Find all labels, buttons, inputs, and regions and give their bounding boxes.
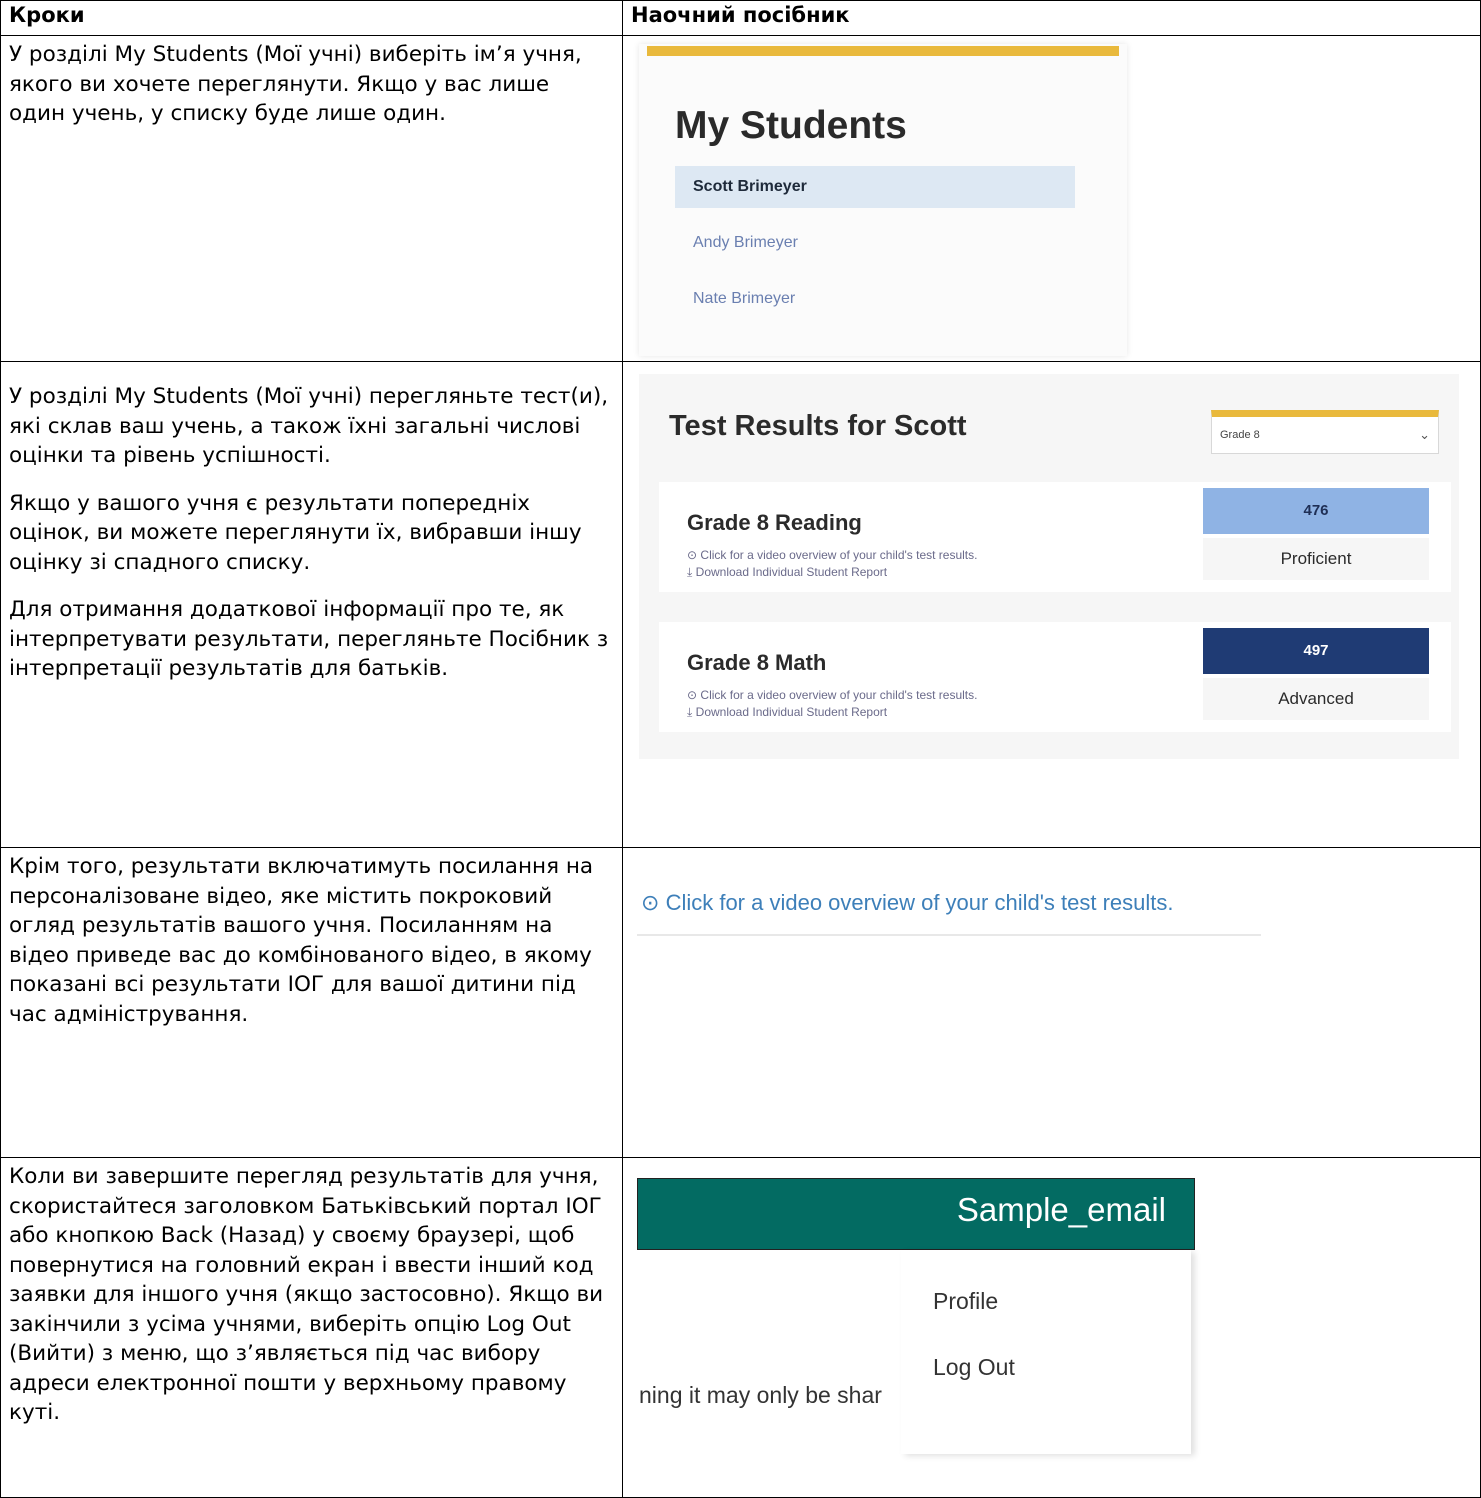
my-students-title: My Students — [675, 104, 907, 147]
step-text-cell: У розділі My Students (Мої учні) перегля… — [0, 361, 623, 848]
play-circle-icon: ⊙ — [687, 548, 698, 562]
student-item[interactable]: Andy Brimeyer — [675, 222, 1075, 264]
visual-cell-video-link: ⊙ Click for a video overview of your chi… — [622, 847, 1481, 1158]
step-text: Коли ви завершите перегляд результатів д… — [9, 1164, 604, 1425]
play-circle-icon: ⊙ — [641, 890, 660, 915]
student-item[interactable]: Nate Brimeyer — [675, 278, 1075, 320]
score-badge: 497 — [1203, 628, 1429, 674]
visual-cell-my-students: My Students Scott Brimeyer Andy Brimeyer… — [622, 35, 1481, 362]
download-icon: ⤓ — [687, 565, 693, 579]
grade-select-value: Grade 8 — [1220, 429, 1260, 441]
student-item-selected[interactable]: Scott Brimeyer — [675, 166, 1075, 208]
test-subject: Grade 8 Math — [687, 650, 827, 675]
video-overview-link[interactable]: ⊙ Click for a video overview of your chi… — [687, 548, 977, 562]
step-text-cell: У розділі My Students (Мої учні) виберіт… — [0, 35, 623, 362]
step-text: У розділі My Students (Мої учні) виберіт… — [9, 42, 582, 126]
header-steps: Кроки — [0, 0, 623, 36]
download-report-link[interactable]: ⤓ Download Individual Student Report — [687, 705, 887, 720]
menu-item-profile[interactable]: Profile — [933, 1288, 998, 1315]
video-overview-link-large[interactable]: ⊙ Click for a video overview of your chi… — [641, 890, 1174, 916]
download-icon: ⤓ — [687, 705, 693, 719]
instructions-table: Кроки Наочний посібник У розділі My Stud… — [0, 0, 1481, 1498]
menu-item-log-out[interactable]: Log Out — [933, 1354, 1015, 1381]
step-text-cell: Коли ви завершите перегляд результатів д… — [0, 1157, 623, 1498]
visual-cell-test-results: Test Results for Scott Grade 8 ⌄ Grade 8… — [622, 361, 1481, 848]
step-text-cell: Крім того, результати включатимуть посил… — [0, 847, 623, 1158]
video-overview-link[interactable]: ⊙ Click for a video overview of your chi… — [687, 688, 977, 702]
step-row-1: У розділі My Students (Мої учні) виберіт… — [0, 35, 1481, 362]
step-row-3: Крім того, результати включатимуть посил… — [0, 847, 1481, 1158]
header-bar: Sample_email — [637, 1178, 1195, 1250]
accent-bar — [647, 46, 1119, 56]
score-badge: 476 — [1203, 488, 1429, 534]
chevron-down-icon: ⌄ — [1419, 427, 1430, 442]
test-subject: Grade 8 Reading — [687, 510, 862, 535]
play-circle-icon: ⊙ — [687, 688, 698, 702]
step-row-2: У розділі My Students (Мої учні) перегля… — [0, 361, 1481, 848]
grade-select[interactable]: Grade 8 ⌄ — [1211, 410, 1439, 454]
visual-cell-email-menu: Sample_email ning it may only be shar Pr… — [622, 1157, 1481, 1498]
email-dropdown-menu: Profile Log Out — [901, 1250, 1191, 1454]
performance-level: Advanced — [1203, 678, 1429, 720]
step-text: Для отримання додаткової інформації про … — [9, 597, 609, 681]
step-text: У розділі My Students (Мої учні) перегля… — [9, 384, 609, 468]
test-results-panel: Test Results for Scott Grade 8 ⌄ Grade 8… — [639, 374, 1459, 759]
header-visual-guide: Наочний посібник — [622, 0, 1481, 36]
email-menu-toggle[interactable]: Sample_email — [957, 1191, 1166, 1229]
step-text: Крім того, результати включатимуть посил… — [9, 854, 594, 1027]
divider — [637, 934, 1261, 936]
test-card-math: Grade 8 Math ⊙ Click for a video overvie… — [659, 622, 1451, 732]
test-results-title: Test Results for Scott — [669, 410, 967, 442]
download-report-link[interactable]: ⤓ Download Individual Student Report — [687, 565, 887, 580]
my-students-panel: My Students Scott Brimeyer Andy Brimeyer… — [639, 44, 1127, 356]
test-card-reading: Grade 8 Reading ⊙ Click for a video over… — [659, 482, 1451, 592]
header-row: Кроки Наочний посібник — [0, 0, 1481, 36]
step-row-4: Коли ви завершите перегляд результатів д… — [0, 1157, 1481, 1498]
step-text: Якщо у вашого учня є результати попередн… — [9, 490, 582, 575]
performance-level: Proficient — [1203, 538, 1429, 580]
background-text: ning it may only be shar — [639, 1382, 882, 1408]
